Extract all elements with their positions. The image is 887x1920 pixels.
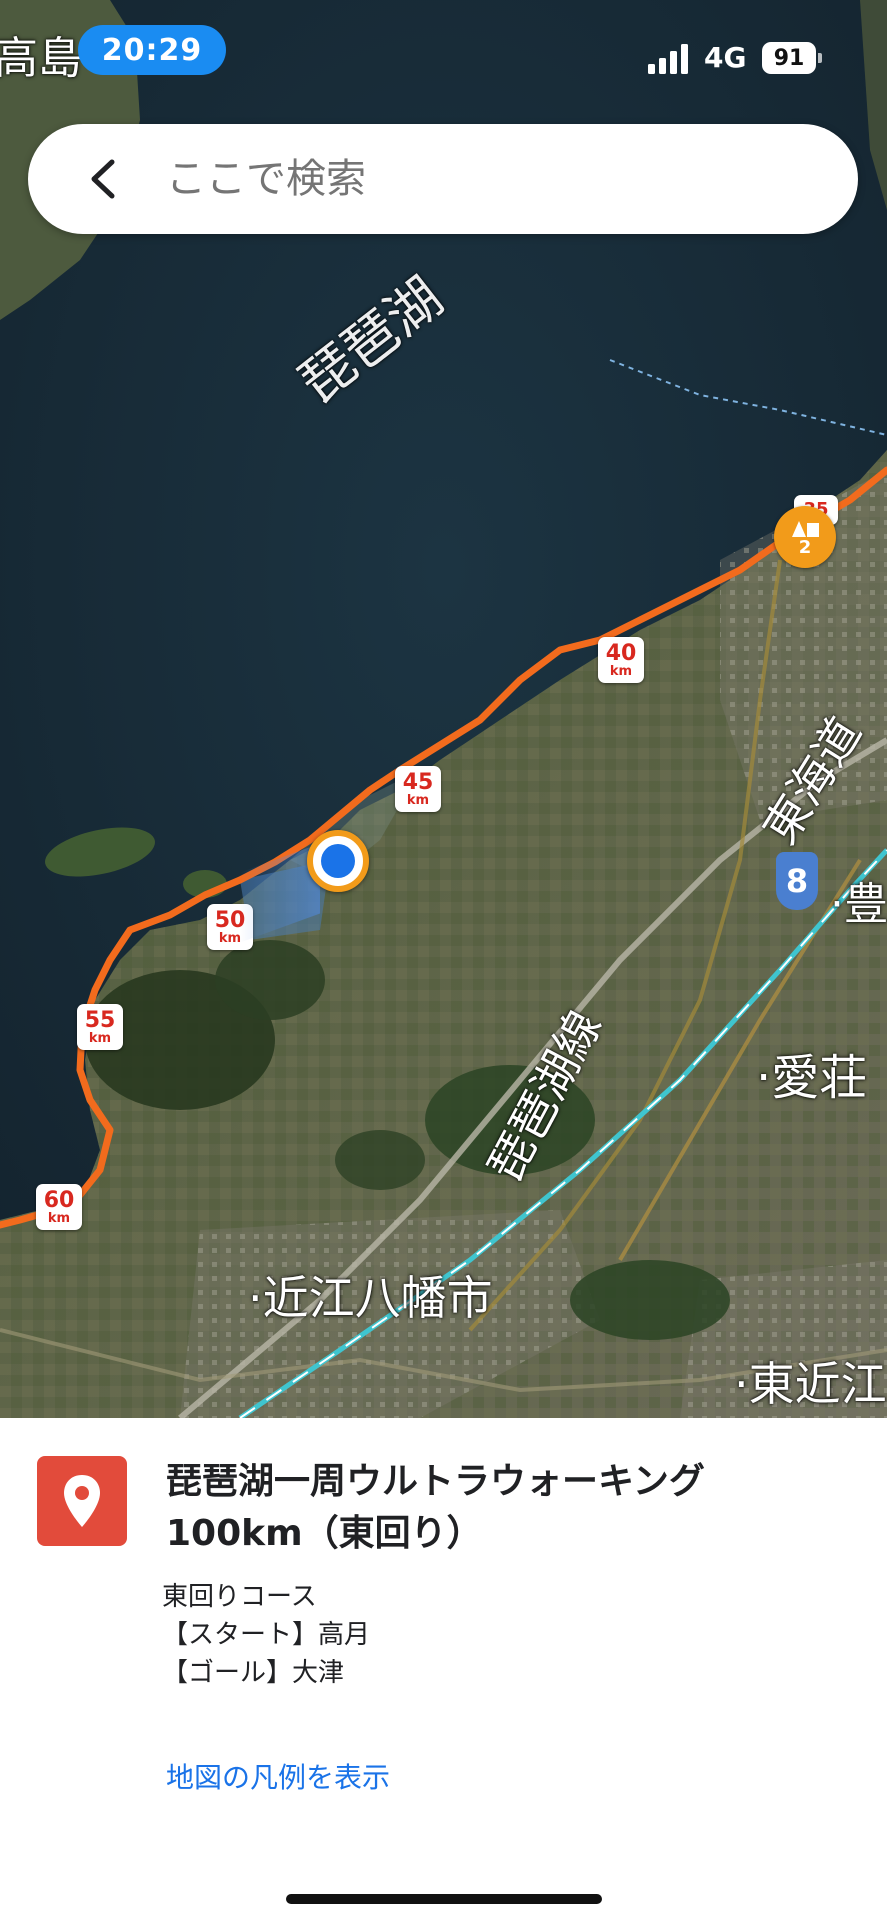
- home-indicator[interactable]: [286, 1894, 602, 1904]
- map-label-aisho: ·愛荘: [756, 1050, 868, 1106]
- place-title: 琵琶湖一周ウルトラウォーキング 100km（東回り）: [166, 1461, 705, 1554]
- waypoint-badge[interactable]: 2: [774, 506, 836, 568]
- back-arrow-icon[interactable]: [82, 156, 128, 202]
- battery-level: 91: [762, 42, 816, 74]
- waypoint-count: 2: [798, 537, 812, 558]
- battery-icon: 91: [762, 42, 822, 74]
- km-marker-60[interactable]: 60 km: [36, 1184, 82, 1230]
- signal-icon: [648, 44, 688, 74]
- route-shield: 8: [776, 852, 818, 910]
- km-marker-40[interactable]: 40 km: [598, 637, 644, 683]
- status-bar: 20:29 4G 91: [0, 0, 887, 100]
- place-details-sheet: 琵琶湖一周ウルトラウォーキング 100km（東回り） 東回りコース 【スタート】…: [0, 1418, 887, 1920]
- current-location-icon[interactable]: [307, 830, 369, 892]
- network-type: 4G: [704, 41, 747, 74]
- map-label-higashiomi: ·東近江: [734, 1357, 887, 1411]
- clock: 20:29: [78, 25, 226, 75]
- km-marker-45[interactable]: 45 km: [395, 766, 441, 812]
- waypoint-icon: [792, 521, 819, 537]
- map-label-toyo: ·豊: [830, 879, 887, 930]
- map-pin-icon: [37, 1456, 127, 1546]
- search-input[interactable]: [166, 152, 826, 206]
- km-marker-55[interactable]: 55 km: [77, 1004, 123, 1050]
- map-label-omihachiman: ·近江八幡市: [248, 1271, 493, 1325]
- place-description: 東回りコース 【スタート】高月 【ゴール】大津: [162, 1582, 371, 1688]
- show-legend-link[interactable]: 地図の凡例を表示: [166, 1756, 390, 1796]
- search-bar[interactable]: [28, 124, 858, 234]
